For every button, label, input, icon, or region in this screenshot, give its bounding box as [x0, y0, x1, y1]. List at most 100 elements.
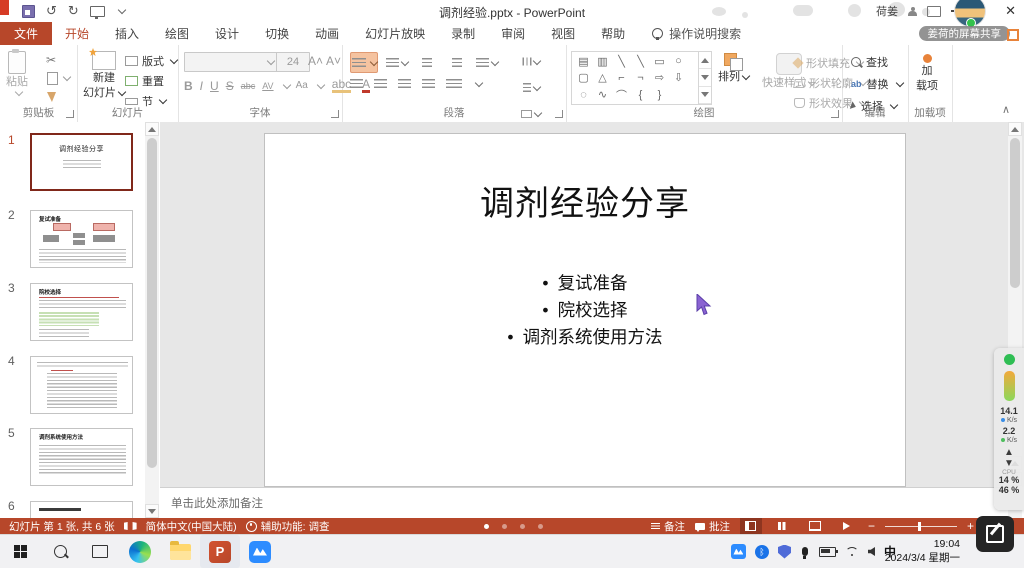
justify-icon[interactable]	[422, 79, 435, 88]
shapes-scroll-down-icon[interactable]	[699, 69, 711, 86]
bluetooth-icon[interactable]: ᛒ	[755, 545, 769, 559]
slide-sorter-view-button[interactable]	[772, 518, 794, 534]
shape-brace-left-icon[interactable]: {	[631, 87, 650, 103]
thumbnail-scrollbar-thumb[interactable]	[147, 138, 157, 468]
main-scrollbar-thumb[interactable]	[1010, 138, 1020, 288]
columns-dropdown-icon[interactable]	[475, 78, 483, 86]
clipboard-dialog-launcher-icon[interactable]	[66, 110, 74, 118]
cut-icon[interactable]: ✂	[46, 53, 56, 67]
replace-button[interactable]: ab替换	[851, 76, 903, 92]
slide-bullet-list[interactable]: •复试准备 •院校选择 •调剂系统使用方法	[265, 270, 905, 351]
text-shadow-icon[interactable]: abc	[241, 81, 256, 91]
font-name-combobox[interactable]	[184, 52, 278, 72]
language-indicator[interactable]: 简体中文(中国大陆)	[146, 519, 237, 534]
thumbnail-scroll-up-icon[interactable]	[145, 122, 159, 136]
shape-elbow-icon[interactable]: ⌐	[612, 70, 631, 86]
underline-button[interactable]: U	[210, 79, 219, 93]
addins-button[interactable]: 加 载项	[916, 54, 938, 92]
shape-brace-right-icon[interactable]: }	[650, 87, 669, 103]
font-dialog-launcher-icon[interactable]	[331, 110, 339, 118]
columns-icon[interactable]	[446, 79, 462, 88]
tab-design[interactable]: 设计	[202, 22, 252, 45]
tray-meeting-icon[interactable]	[731, 544, 746, 559]
shape-arc-icon[interactable]: ⌒	[612, 87, 631, 103]
shape-elbow2-icon[interactable]: ¬	[631, 70, 650, 86]
taskbar-clock[interactable]: 19:04 2024/3/4 星期一	[885, 538, 960, 565]
notes-pane[interactable]: 单击此处添加备注	[160, 487, 1008, 518]
zoom-out-button[interactable]: −	[868, 519, 875, 533]
change-case-icon[interactable]: Aa	[296, 80, 308, 91]
shape-rectangle-icon[interactable]: ▭	[650, 53, 669, 69]
screen-annotation-button[interactable]	[976, 516, 1014, 552]
thumbnail-slide-4[interactable]	[30, 356, 133, 414]
taskbar-powerpoint-active[interactable]: P	[200, 535, 240, 568]
paste-dropdown-icon[interactable]	[14, 87, 22, 95]
shape-arrow-right-icon[interactable]: ⇨	[650, 70, 669, 86]
shape-arrow-line-icon[interactable]: ╲	[631, 53, 650, 69]
notes-toggle[interactable]: 备注	[651, 519, 685, 534]
copy-dropdown-icon[interactable]	[63, 73, 71, 81]
volume-icon[interactable]	[868, 547, 875, 556]
tab-record[interactable]: 录制	[438, 22, 488, 45]
tab-draw[interactable]: 绘图	[152, 22, 202, 45]
numbering-button[interactable]	[386, 53, 408, 72]
tab-home[interactable]: 开始	[52, 22, 102, 45]
decrease-indent-icon[interactable]	[416, 53, 438, 72]
bold-button[interactable]: B	[184, 79, 193, 93]
tab-transitions[interactable]: 切换	[252, 22, 302, 45]
arrange-button[interactable]: 排列	[718, 53, 749, 84]
comments-toggle[interactable]: 批注	[695, 519, 730, 534]
shapes-scroll-up-icon[interactable]	[699, 52, 711, 69]
font-size-combobox[interactable]: 24	[276, 52, 310, 72]
start-slideshow-icon[interactable]	[90, 6, 105, 17]
tab-help[interactable]: 帮助	[588, 22, 638, 45]
thumbnail-slide-2[interactable]: 复试准备	[30, 210, 133, 268]
shape-scribble-icon[interactable]: ∿	[593, 87, 612, 103]
tab-animations[interactable]: 动画	[302, 22, 352, 45]
tab-view[interactable]: 视图	[538, 22, 588, 45]
slideshow-view-button[interactable]	[836, 518, 858, 534]
battery-icon[interactable]	[819, 547, 836, 557]
copy-icon[interactable]	[47, 72, 58, 85]
shape-cloud-icon[interactable]: ◌	[574, 87, 593, 103]
thumbnail-slide-3[interactable]: 院校选择	[30, 283, 133, 341]
security-shield-icon[interactable]	[778, 545, 791, 559]
accessibility-status[interactable]: 辅助功能: 调查	[246, 519, 330, 534]
wifi-icon[interactable]	[845, 547, 859, 557]
tell-me-search[interactable]: 操作说明搜索	[652, 22, 741, 45]
customize-qat-icon[interactable]	[118, 6, 126, 14]
taskbar-edge[interactable]	[120, 535, 160, 568]
shapes-gallery[interactable]: ▤ ▥ ╲ ╲ ▭ ○ ▢ △ ⌐ ¬ ⇨ ⇩ ◌ ∿ ⌒ { }	[571, 51, 712, 105]
microphone-icon[interactable]	[802, 547, 808, 556]
taskbar-search-button[interactable]	[40, 535, 80, 568]
strikethrough-button[interactable]: S	[226, 79, 234, 93]
shape-vtextbox-icon[interactable]: ▥	[593, 53, 612, 69]
taskbar-file-explorer[interactable]	[160, 535, 200, 568]
paste-button[interactable]: 粘贴	[6, 51, 28, 95]
new-slide-button[interactable]: 新建 幻灯片	[83, 51, 125, 99]
zoom-in-button[interactable]: +	[967, 519, 974, 533]
drawing-dialog-launcher-icon[interactable]	[831, 110, 839, 118]
find-button[interactable]: 查找	[851, 54, 903, 70]
character-spacing-icon[interactable]: AV	[262, 81, 273, 91]
start-button[interactable]	[0, 535, 40, 568]
shape-oval-icon[interactable]: ○	[669, 53, 688, 69]
collapse-ribbon-icon[interactable]: ∧	[1002, 103, 1010, 116]
shape-textbox-icon[interactable]: ▤	[574, 53, 593, 69]
shape-line-icon[interactable]: ╲	[612, 53, 631, 69]
taskbar-meeting-app[interactable]	[240, 535, 280, 568]
bullets-button[interactable]	[350, 52, 378, 73]
align-center-icon[interactable]	[374, 79, 387, 88]
thumbnail-scroll-down-icon[interactable]	[145, 504, 159, 518]
align-text-icon[interactable]	[520, 78, 542, 97]
account-icon[interactable]	[908, 7, 917, 16]
tab-slideshow[interactable]: 幻灯片放映	[352, 22, 438, 45]
undo-icon[interactable]: ↺	[46, 3, 57, 19]
format-painter-icon[interactable]	[47, 92, 56, 102]
text-direction-icon[interactable]	[520, 52, 542, 71]
slide-title[interactable]: 调剂经验分享	[265, 176, 905, 225]
align-left-icon[interactable]	[350, 79, 363, 88]
normal-view-button[interactable]	[740, 518, 762, 534]
tab-insert[interactable]: 插入	[102, 22, 152, 45]
slide-canvas[interactable]: 调剂经验分享 •复试准备 •院校选择 •调剂系统使用方法	[264, 133, 906, 487]
